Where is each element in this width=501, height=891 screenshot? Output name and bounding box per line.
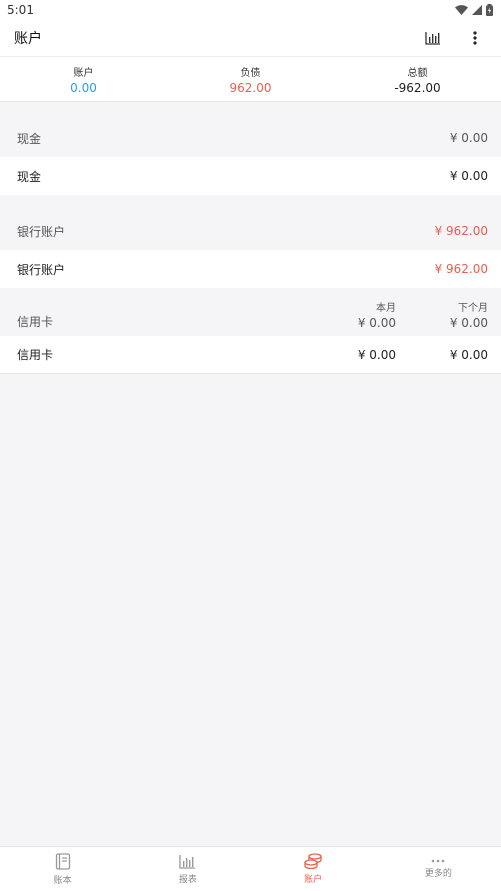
page-title: 账户 <box>14 31 42 47</box>
summary-bar: 账户 0.00 负债 962.00 总额 -962.00 <box>0 57 501 102</box>
credit-card-row[interactable]: 信用卡 ¥ 0.00 ¥ 0.00 <box>0 336 501 374</box>
this-month-label: 本月 <box>376 303 396 314</box>
credit-header-label: 信用卡 <box>17 315 54 329</box>
nav-item-ledger[interactable]: 账本 <box>0 847 125 891</box>
status-time: 5:01 <box>7 3 34 17</box>
summary-account: 账户 0.00 <box>0 57 167 101</box>
wifi-icon <box>455 4 468 15</box>
nav-item-more[interactable]: 更多的 <box>376 847 501 891</box>
credit-item-this-month: ¥ 0.00 <box>357 347 396 362</box>
cash-item-amount: ¥ 0.00 <box>449 169 488 183</box>
app-bar: 账户 <box>0 20 501 57</box>
app-actions <box>421 26 487 50</box>
bank-item-label: 银行账户 <box>17 262 66 277</box>
nav-item-accounts[interactable]: 账户 <box>251 847 376 891</box>
bank-header-label: 银行账户 <box>17 224 66 239</box>
more-dots-icon <box>432 859 445 863</box>
summary-debt-label: 负债 <box>240 67 261 79</box>
summary-account-label: 账户 <box>73 67 94 79</box>
credit-next-month-col: 下个月 ¥ 0.00 <box>396 299 488 330</box>
nav-label-reports: 报表 <box>178 874 197 885</box>
summary-debt: 负债 962.00 <box>167 57 334 101</box>
status-bar: 5:01 <box>0 0 501 20</box>
credit-item-label: 信用卡 <box>17 348 54 362</box>
signal-icon <box>472 5 482 15</box>
credit-item-columns: ¥ 0.00 ¥ 0.00 <box>304 348 488 362</box>
bar-chart-icon <box>179 854 196 869</box>
status-icons <box>455 4 493 16</box>
nav-item-reports[interactable]: 报表 <box>125 847 250 891</box>
cash-account-row[interactable]: 现金 ¥ 0.00 <box>0 157 501 195</box>
cash-header-label: 现金 <box>17 131 42 146</box>
summary-debt-value: 962.00 <box>229 80 272 95</box>
bottom-nav: 账本 报表 账户 更多的 <box>0 846 501 891</box>
next-month-label: 下个月 <box>458 303 488 314</box>
summary-account-value: 0.00 <box>70 80 97 95</box>
cash-section-header[interactable]: 现金 ¥ 0.00 <box>0 119 501 157</box>
chart-button[interactable] <box>421 26 445 50</box>
bar-chart-icon <box>425 32 440 45</box>
credit-section-header[interactable]: 信用卡 本月 ¥ 0.00 下个月 ¥ 0.00 <box>0 288 501 336</box>
cash-header-amount: ¥ 0.00 <box>449 131 488 145</box>
book-icon <box>55 852 70 870</box>
coins-icon <box>304 853 322 869</box>
summary-total-value: -962.00 <box>394 80 441 95</box>
summary-total-label: 总额 <box>407 67 428 79</box>
credit-header-next-month: ¥ 0.00 <box>449 316 488 330</box>
nav-label-ledger: 账本 <box>53 875 72 886</box>
credit-item-next-month-col: ¥ 0.00 <box>396 348 488 362</box>
battery-icon <box>486 4 493 16</box>
credit-item-this-month-col: ¥ 0.00 <box>304 348 396 362</box>
bank-header-amount: ¥ 962.00 <box>434 224 488 238</box>
credit-header-this-month: ¥ 0.00 <box>357 316 396 330</box>
credit-header-columns: 本月 ¥ 0.00 下个月 ¥ 0.00 <box>304 299 488 330</box>
nav-label-more: 更多的 <box>424 869 452 879</box>
bank-account-row[interactable]: 银行账户 ¥ 962.00 <box>0 250 501 288</box>
nav-label-accounts: 账户 <box>304 875 323 885</box>
credit-this-month-col: 本月 ¥ 0.00 <box>304 299 396 330</box>
cash-item-label: 现金 <box>17 169 42 184</box>
summary-total: 总额 -962.00 <box>334 57 501 101</box>
bank-section-header[interactable]: 银行账户 ¥ 962.00 <box>0 212 501 250</box>
more-vert-icon <box>473 31 477 45</box>
bank-item-amount: ¥ 962.00 <box>434 262 488 276</box>
more-menu-button[interactable] <box>463 26 487 50</box>
credit-item-next-month: ¥ 0.00 <box>449 347 488 362</box>
